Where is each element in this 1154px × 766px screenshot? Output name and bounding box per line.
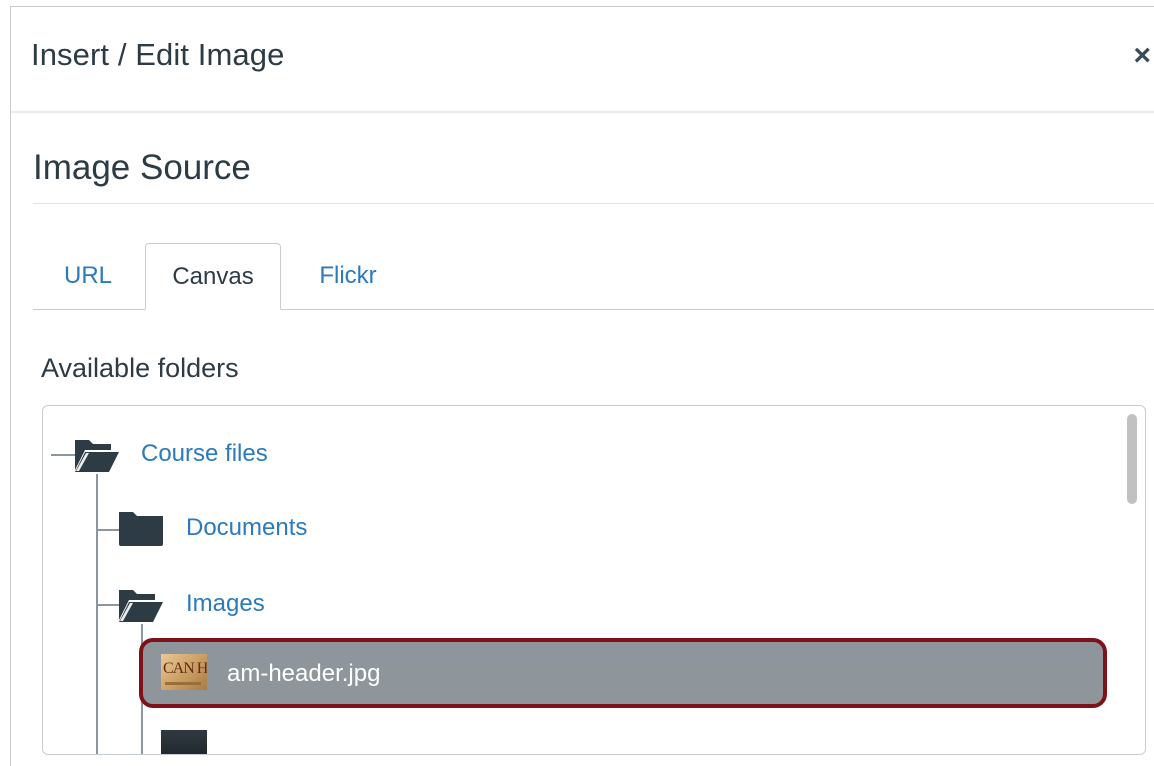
scrollbar-thumb[interactable]: [1127, 414, 1137, 504]
folder-closed-icon: [119, 512, 163, 546]
tree-connector: [96, 474, 98, 754]
image-source-heading: Image Source: [33, 148, 251, 187]
tab-url[interactable]: URL: [33, 243, 143, 309]
close-button[interactable]: ×: [1133, 41, 1151, 71]
tab-canvas[interactable]: Canvas: [145, 243, 281, 310]
image-thumbnail: [161, 730, 207, 754]
divider: [33, 203, 1154, 204]
thumbnail-stripe: [165, 682, 201, 685]
folder-open-icon: [75, 440, 119, 472]
tree-item-images[interactable]: Images: [186, 590, 265, 618]
tree-item-course-files[interactable]: Course files: [141, 440, 268, 468]
thumbnail-text: CAN H: [163, 660, 207, 677]
folder-open-icon: [119, 590, 163, 622]
image-thumbnail: CAN H: [161, 654, 207, 690]
dialog-header: Insert / Edit Image ×: [11, 7, 1154, 113]
tab-flickr[interactable]: Flickr: [293, 243, 403, 309]
file-item-am-header[interactable]: CAN H am-header.jpg: [139, 638, 1107, 708]
tree-scrollbar[interactable]: [1125, 410, 1139, 750]
tree-item-documents[interactable]: Documents: [186, 514, 307, 542]
tree-connector: [51, 454, 75, 456]
available-folders-label: Available folders: [41, 353, 239, 383]
file-name: am-header.jpg: [227, 660, 381, 687]
source-tabs: URL Canvas Flickr: [33, 243, 1154, 310]
dialog-title: Insert / Edit Image: [31, 37, 285, 72]
folder-tree[interactable]: Course files Documents Images CAN H am-h…: [42, 405, 1146, 755]
insert-edit-image-dialog: Insert / Edit Image × Image Source URL C…: [10, 6, 1154, 766]
